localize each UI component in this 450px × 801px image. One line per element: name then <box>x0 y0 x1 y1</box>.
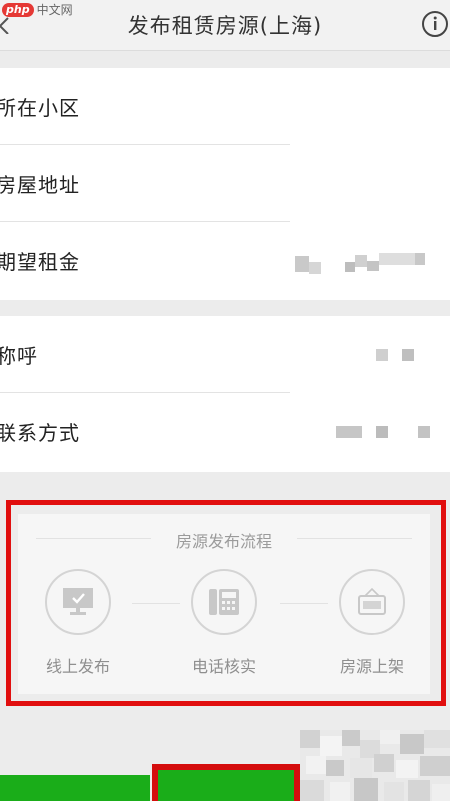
community-row[interactable]: 所在小区 <box>0 68 450 145</box>
community-label: 所在小区 <box>0 96 80 120</box>
contact-method-row[interactable]: 联系方式 <box>0 393 450 470</box>
process-highlight-box <box>6 500 446 706</box>
property-info-group: 所在小区 房屋地址 期望租金 <box>0 68 450 300</box>
contact-value-redacted <box>336 393 430 470</box>
nav-header: php 中文网 发布租赁房源(上海) <box>0 0 450 51</box>
contact-method-label: 联系方式 <box>0 421 80 445</box>
rent-value-redacted <box>295 222 425 299</box>
bottom-action-bar[interactable] <box>0 775 150 801</box>
page-title: 发布租赁房源(上海) <box>127 14 323 38</box>
address-label: 房屋地址 <box>0 173 80 197</box>
redacted-mosaic <box>300 730 450 801</box>
rent-row[interactable]: 期望租金 <box>0 222 450 299</box>
name-label: 称呼 <box>0 344 38 368</box>
rent-label: 期望租金 <box>0 250 80 274</box>
contact-info-group: 称呼 联系方式 <box>0 316 450 472</box>
info-icon[interactable] <box>420 9 450 39</box>
address-row[interactable]: 房屋地址 <box>0 145 450 222</box>
name-row[interactable]: 称呼 <box>0 316 450 393</box>
name-value-redacted <box>376 316 414 393</box>
submit-button-highlight[interactable] <box>152 764 300 801</box>
